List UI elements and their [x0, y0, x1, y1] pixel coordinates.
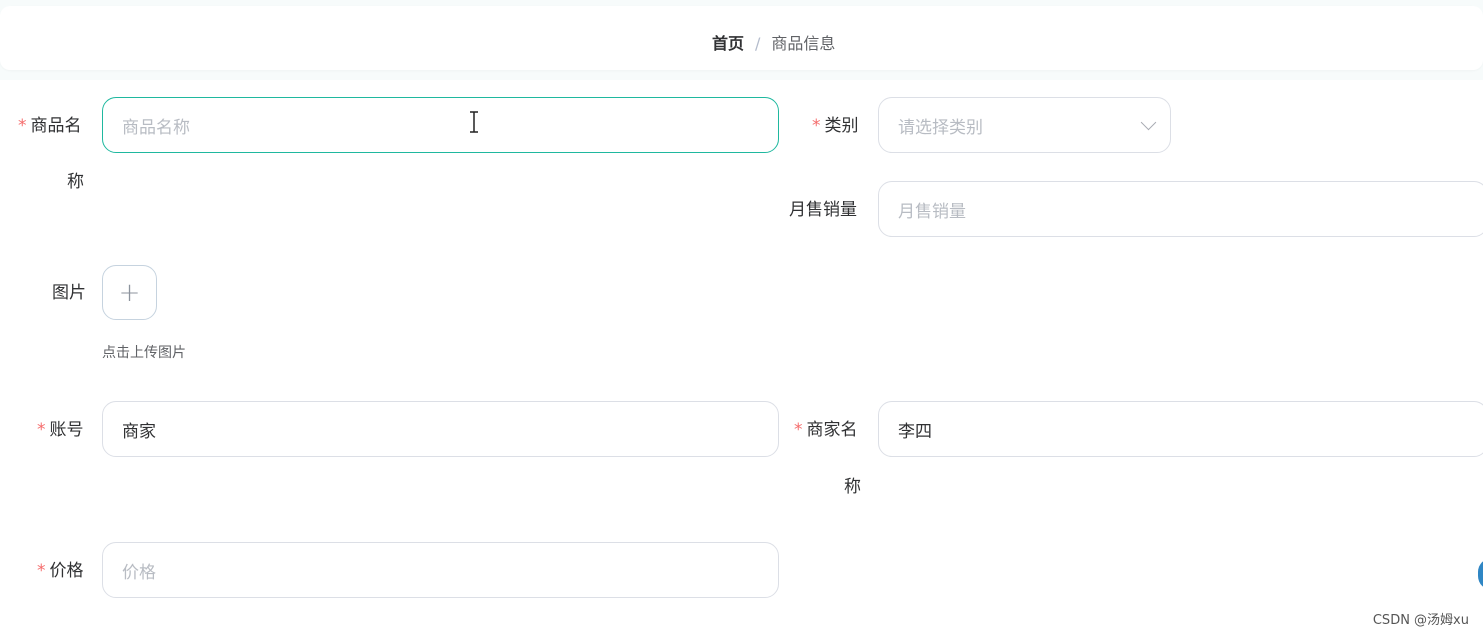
required-mark: * — [18, 116, 27, 136]
merchant-name-label: * 商家名 — [794, 420, 858, 440]
product-name-input[interactable]: 商品名称 — [102, 97, 779, 153]
category-label: * 类别 — [812, 116, 859, 136]
product-name-label: * 商品名 — [18, 116, 82, 136]
required-mark: * — [37, 420, 46, 440]
merchant-name-input[interactable]: 李四 — [878, 401, 1483, 457]
watermark: CSDN @汤姆xu — [1372, 613, 1469, 628]
breadcrumb-separator: / — [755, 34, 761, 53]
image-label: 图片 — [52, 283, 86, 303]
required-mark: * — [794, 420, 803, 440]
top-bar: 首页 / 商品信息 — [0, 6, 1483, 70]
merchant-name-value: 李四 — [898, 421, 932, 442]
chevron-down-icon — [1140, 114, 1157, 131]
required-mark: * — [812, 116, 821, 136]
monthly-sales-label: 月售销量 — [789, 200, 857, 220]
price-label: * 价格 — [37, 561, 84, 581]
breadcrumb-current: 商品信息 — [771, 34, 836, 53]
plus-icon: + — [118, 277, 141, 308]
merchant-name-label-wrap: 称 — [844, 477, 861, 497]
monthly-sales-input[interactable]: 月售销量 — [878, 181, 1483, 237]
image-upload-button[interactable]: + — [102, 265, 157, 320]
text-cursor-icon — [470, 111, 478, 133]
breadcrumb-home[interactable]: 首页 — [712, 34, 744, 54]
monthly-sales-placeholder: 月售销量 — [898, 201, 966, 222]
account-label: * 账号 — [37, 420, 84, 440]
required-mark: * — [37, 561, 46, 581]
product-name-label-wrap: 称 — [67, 172, 84, 192]
account-value: 商家 — [122, 421, 156, 442]
breadcrumb: 首页 / 商品信息 — [712, 34, 835, 54]
category-select[interactable]: 请选择类别 — [878, 97, 1171, 153]
price-input[interactable]: 价格 — [102, 542, 779, 598]
category-placeholder: 请选择类别 — [898, 117, 983, 138]
upload-tip: 点击上传图片 — [102, 345, 186, 361]
product-name-placeholder: 商品名称 — [122, 117, 190, 138]
account-input[interactable]: 商家 — [102, 401, 779, 457]
price-placeholder: 价格 — [122, 562, 156, 583]
